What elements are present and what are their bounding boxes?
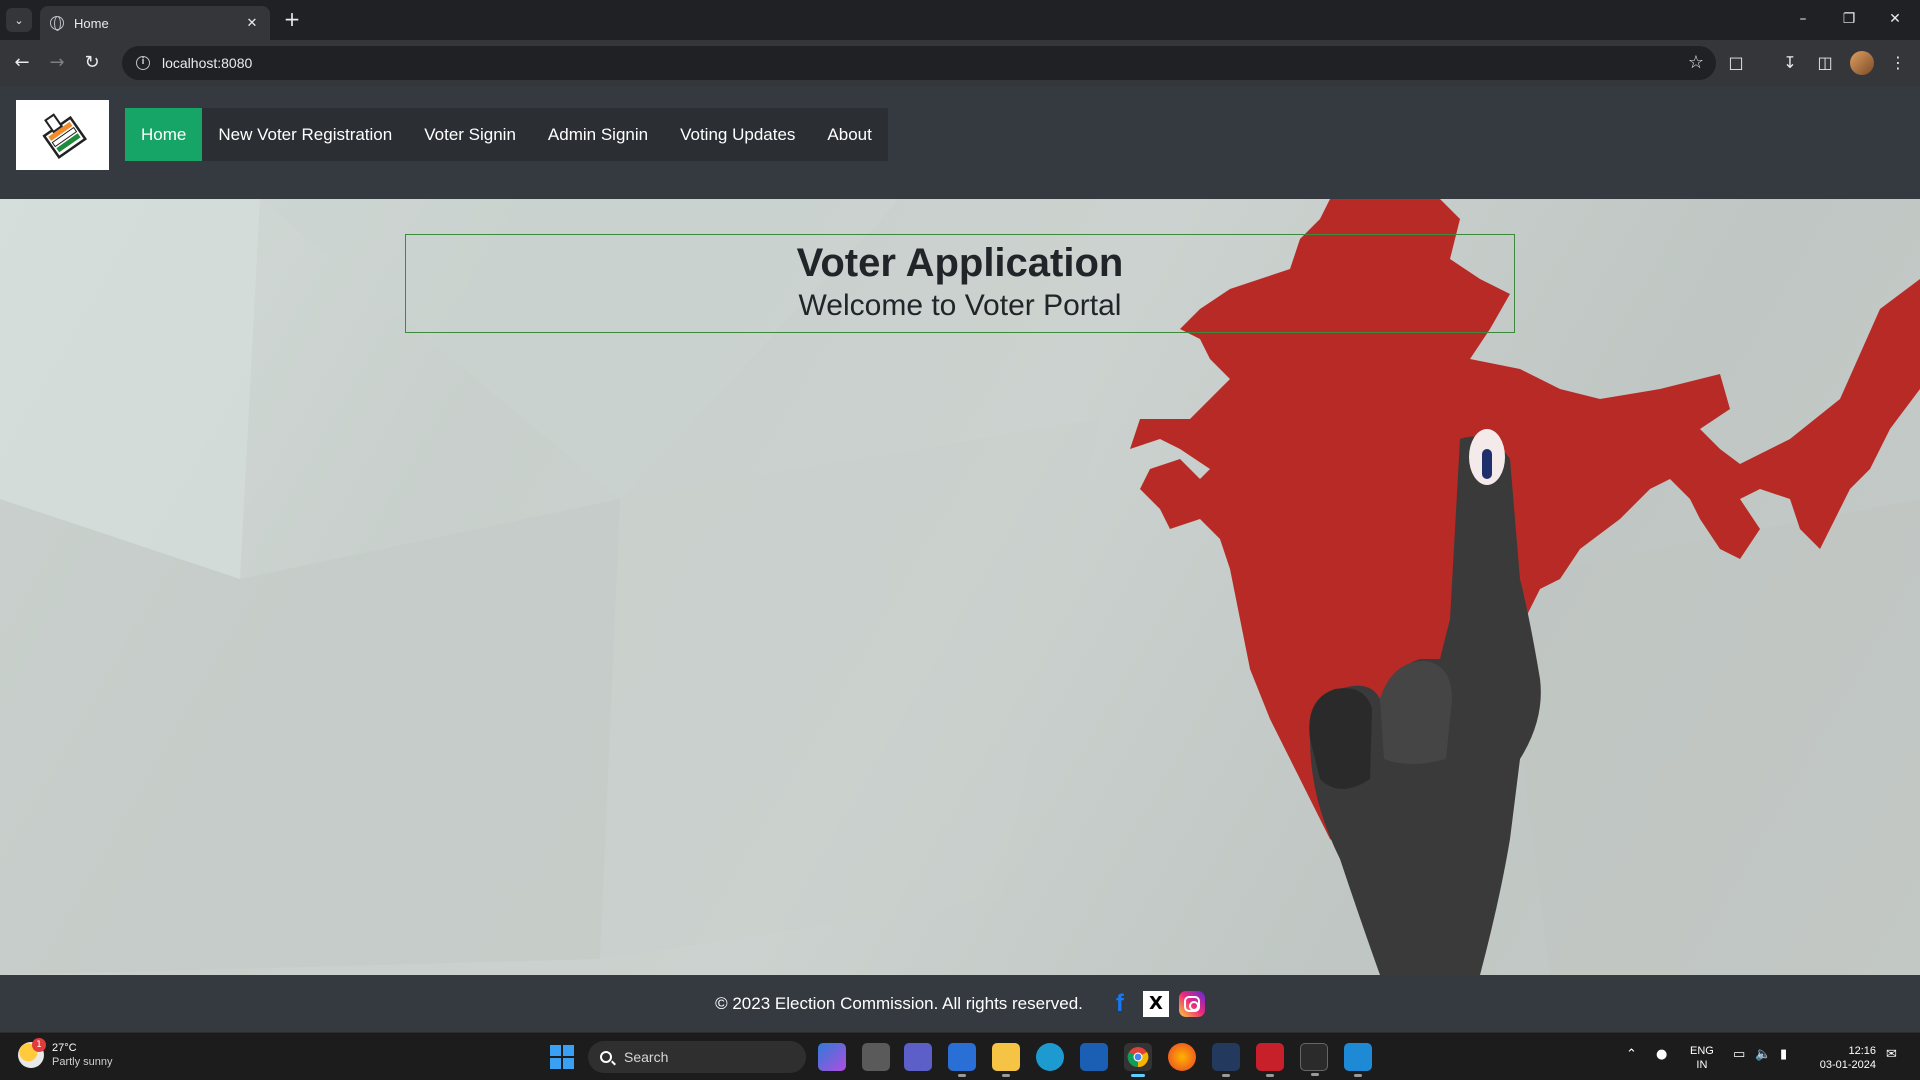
clock-date: 03-01-2024 [1819, 1059, 1876, 1071]
clock-time: 12:16 [1848, 1045, 1876, 1057]
nav-about[interactable]: About [811, 108, 887, 161]
close-window-button[interactable]: ✕ [1872, 6, 1918, 32]
sql-server-icon[interactable] [1212, 1043, 1240, 1077]
web-page: Home New Voter Registration Voter Signin… [0, 86, 1920, 1032]
nav-new-voter-registration[interactable]: New Voter Registration [202, 108, 408, 161]
battery-icon[interactable]: ▮ [1780, 1047, 1787, 1062]
display-icon[interactable]: ▭ [1733, 1047, 1745, 1062]
search-icon [600, 1051, 612, 1063]
restore-button[interactable]: ❐ [1826, 6, 1872, 32]
chevron-up-icon[interactable]: ⌃ [1626, 1047, 1637, 1062]
copyright-text: © 2023 Election Commission. All rights r… [715, 993, 1083, 1013]
bookmark-star-icon[interactable]: ☆ [1688, 52, 1704, 73]
windows-taskbar: 1 27°C Partly sunny Search ⌃ ● ENG IN ▭ … [0, 1032, 1920, 1080]
globe-icon [50, 16, 64, 31]
close-tab-icon[interactable]: ✕ [244, 16, 260, 31]
firefox-icon[interactable] [1168, 1043, 1196, 1071]
task-view-icon[interactable] [862, 1043, 890, 1071]
site-footer: © 2023 Election Commission. All rights r… [0, 975, 1920, 1032]
weather-temperature: 27°C [52, 1042, 77, 1054]
url-text: localhost:8080 [162, 55, 253, 71]
page-title: Voter Application [796, 241, 1124, 285]
volume-icon[interactable]: 🔈 [1755, 1047, 1771, 1062]
nav-voting-updates[interactable]: Voting Updates [664, 108, 811, 161]
search-label: Search [624, 1049, 669, 1065]
site-info-icon[interactable]: i [136, 56, 150, 70]
ballot-box-icon [41, 113, 87, 160]
windows-start-icon[interactable] [550, 1045, 574, 1069]
browser-tab-home[interactable]: Home ✕ [40, 6, 270, 40]
main-navbar: Home New Voter Registration Voter Signin… [125, 108, 888, 161]
tab-search-chevron-icon[interactable]: ⌄ [6, 8, 32, 32]
partly-sunny-icon: 1 [18, 1038, 46, 1068]
reload-button[interactable]: ↻ [80, 51, 104, 75]
address-bar[interactable]: i localhost:8080 ☆ [122, 46, 1716, 80]
nav-admin-signin[interactable]: Admin Signin [532, 108, 664, 161]
notification-badge: 1 [32, 1038, 46, 1052]
election-logo[interactable] [16, 100, 109, 170]
welcome-banner: Voter Application Welcome to Voter Porta… [405, 234, 1515, 333]
microsoft-store-icon[interactable] [948, 1043, 976, 1077]
vscode-icon[interactable] [1344, 1043, 1372, 1077]
download-icon[interactable]: ↧ [1778, 51, 1802, 75]
instagram-icon[interactable] [1178, 990, 1205, 1017]
profile-avatar[interactable] [1850, 51, 1874, 75]
edge-icon[interactable] [1036, 1043, 1064, 1071]
nav-home[interactable]: Home [125, 108, 203, 161]
weather-widget[interactable]: 1 27°C Partly sunny [18, 1038, 113, 1069]
language-code: ENG [1690, 1045, 1714, 1057]
file-explorer-icon[interactable] [992, 1043, 1020, 1077]
chrome-icon[interactable] [1124, 1043, 1152, 1077]
tab-title: Home [74, 15, 109, 31]
x-icon[interactable]: X [1142, 990, 1169, 1017]
teams-chat-icon[interactable] [904, 1043, 932, 1071]
menu-kebab-icon[interactable]: ⋮ [1886, 51, 1910, 75]
browser-toolbar: ← → ↻ i localhost:8080 ☆ □ ↧ ◫ ⋮ [0, 40, 1920, 86]
minimize-button[interactable]: – [1780, 6, 1826, 32]
new-tab-button[interactable]: + [280, 8, 304, 32]
nav-voter-signin[interactable]: Voter Signin [408, 108, 532, 161]
terminal-icon[interactable] [1300, 1043, 1328, 1076]
acrobat-reader-icon[interactable] [1256, 1043, 1284, 1077]
taskbar-search-box[interactable]: Search [588, 1041, 806, 1073]
back-button[interactable]: ← [10, 51, 34, 75]
notification-bell-icon[interactable]: ✉ [1886, 1047, 1897, 1062]
side-panel-icon[interactable]: ◫ [1813, 51, 1837, 75]
language-indicator[interactable]: ENG IN [1690, 1044, 1714, 1072]
page-subtitle: Welcome to Voter Portal [798, 289, 1122, 322]
region-code: IN [1696, 1059, 1708, 1071]
system-clock[interactable]: 12:16 03-01-2024 [1810, 1044, 1876, 1072]
facebook-icon[interactable]: f [1107, 990, 1133, 1017]
hero-section: Voter Application Welcome to Voter Porta… [0, 199, 1920, 975]
site-header: Home New Voter Registration Voter Signin… [0, 86, 1920, 199]
chrome-logo [1127, 1047, 1149, 1068]
extensions-icon[interactable]: □ [1724, 51, 1748, 75]
mysql-workbench-icon[interactable] [1080, 1043, 1108, 1071]
browser-tabstrip: ⌄ Home ✕ + – ❐ ✕ [0, 0, 1920, 40]
copilot-icon[interactable] [818, 1043, 846, 1071]
network-security-icon[interactable]: ● [1656, 1047, 1667, 1062]
forward-button[interactable]: → [45, 51, 69, 75]
weather-description: Partly sunny [52, 1056, 113, 1068]
